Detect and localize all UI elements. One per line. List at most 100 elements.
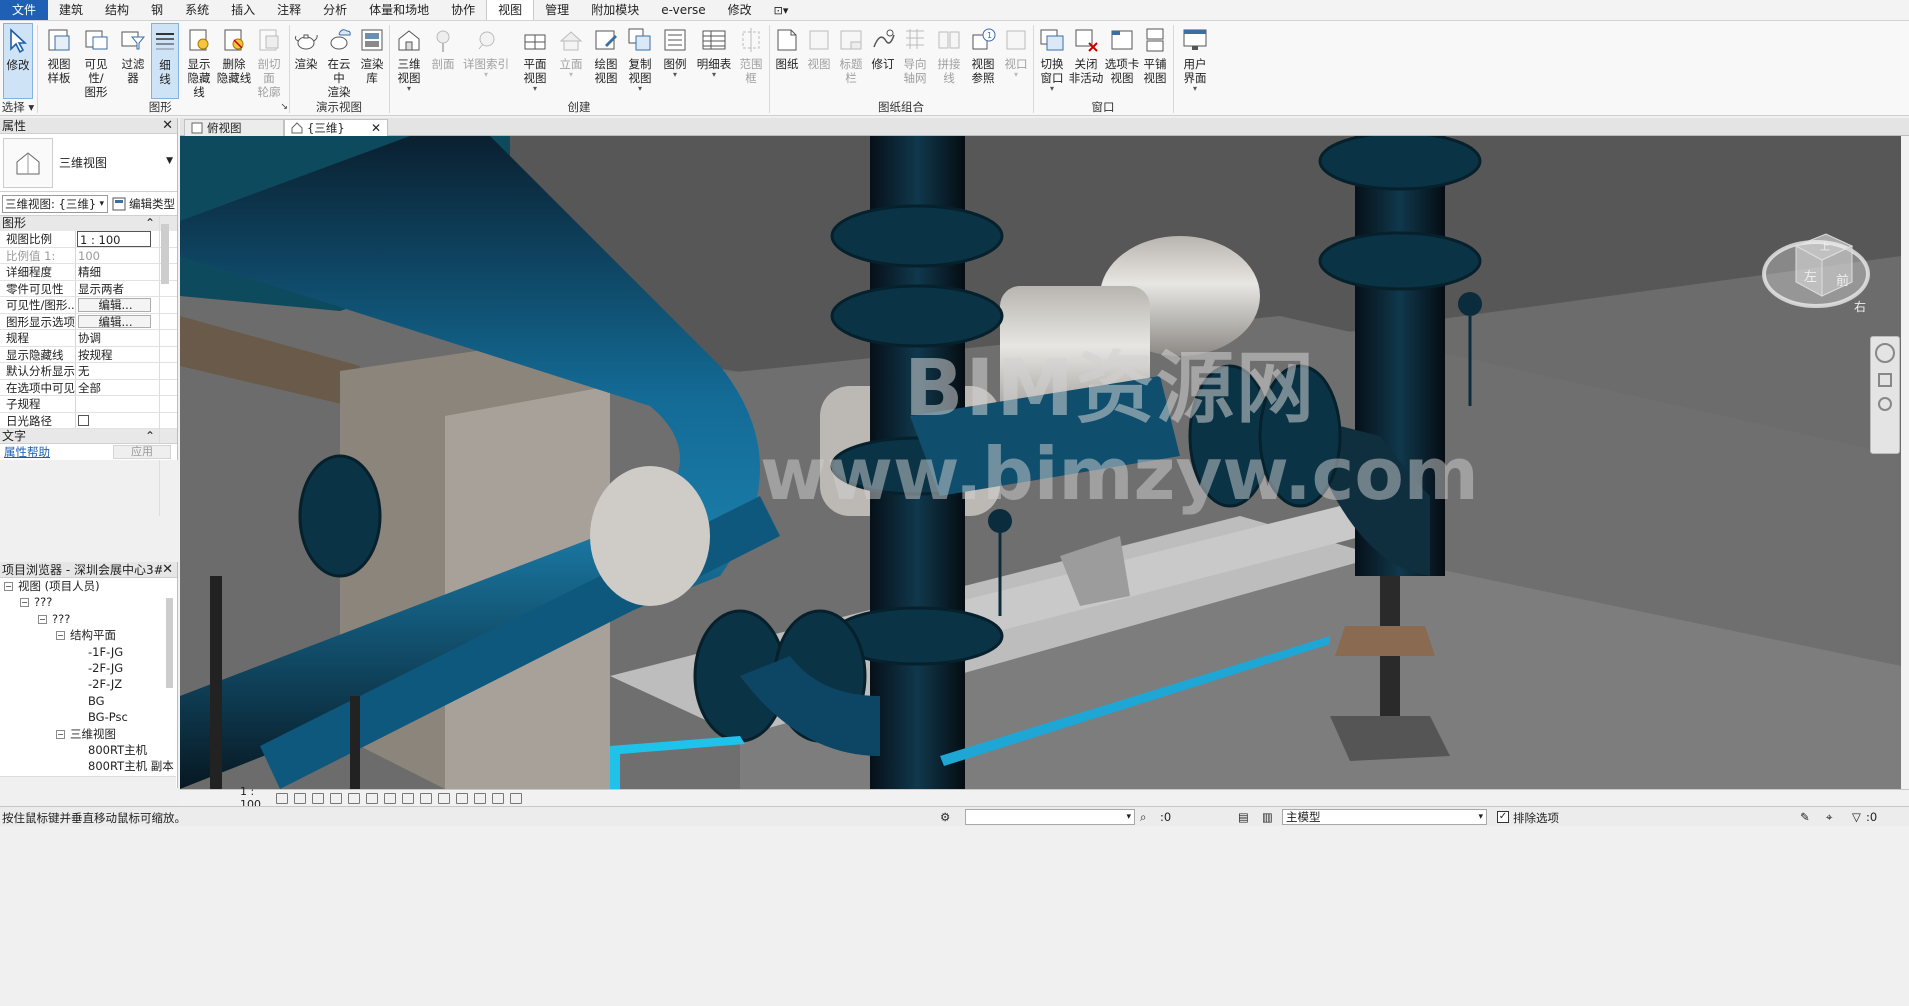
cut-profile-button[interactable]: 剖切面 轮廓 xyxy=(253,23,285,99)
viewport-scrollbar[interactable] xyxy=(1901,136,1909,789)
property-row-detail-level[interactable]: 详细程度 精细 xyxy=(0,264,177,281)
close-tab-icon[interactable]: ✕ xyxy=(371,121,381,135)
tab-e-verse[interactable]: e-verse xyxy=(650,0,716,20)
render-button[interactable]: 渲染 xyxy=(292,23,320,99)
visual-style-icon[interactable] xyxy=(294,792,306,804)
tree-item[interactable]: − 视图 (项目人员) xyxy=(0,578,177,594)
property-row-visible-in-option[interactable]: 在选项中可见 全部 xyxy=(0,379,177,396)
sun-path-checkbox[interactable] xyxy=(78,414,89,426)
modify-button[interactable]: 修改 xyxy=(3,23,33,99)
scope-box-button[interactable]: 范围 框 xyxy=(736,23,766,99)
view-cube[interactable]: 前 左 上 右 xyxy=(1748,226,1870,326)
3d-view-button[interactable]: 三维 视图 ▾ xyxy=(393,23,425,99)
switch-windows-button[interactable]: 切换 窗口 ▾ xyxy=(1036,23,1068,99)
schedules-button[interactable]: 明细表 ▾ xyxy=(696,23,732,99)
tab-systems[interactable]: 系统 xyxy=(174,0,220,20)
design-option-combo[interactable]: 主模型 ▾ xyxy=(1282,809,1487,825)
tab-analyze[interactable]: 分析 xyxy=(312,0,358,20)
tab-architecture[interactable]: 建筑 xyxy=(48,0,94,20)
chevron-down-icon[interactable]: ▼ xyxy=(166,156,173,166)
lock-3d-view-icon[interactable] xyxy=(402,792,414,804)
tab-view[interactable]: 视图 xyxy=(486,0,535,20)
zoom-icon[interactable] xyxy=(1878,373,1892,387)
edit-button[interactable]: 编辑... xyxy=(78,314,151,328)
close-icon[interactable]: ✕ xyxy=(162,118,173,133)
design-options-icon[interactable]: ▤ xyxy=(1238,810,1249,824)
reveal-hidden-icon[interactable] xyxy=(438,792,450,804)
tab-file[interactable]: 文件 xyxy=(0,0,49,20)
thin-lines-button[interactable]: 细 线 xyxy=(151,23,179,99)
tab-annotate[interactable]: 注释 xyxy=(266,0,312,20)
tree-item[interactable]: -1F-JG xyxy=(0,644,177,660)
3d-viewport[interactable]: BIM资源网 www.bimzyw.com xyxy=(180,136,1901,789)
select-underlay-icon[interactable]: ⌖ xyxy=(1826,810,1832,825)
tab-massing-site[interactable]: 体量和场地 xyxy=(358,0,440,20)
drafting-view-button[interactable]: 绘图 视图 xyxy=(590,23,622,99)
matchline-button[interactable]: 拼接线 xyxy=(932,23,966,99)
highlight-displacement-icon[interactable] xyxy=(492,792,504,804)
view-tab-3d[interactable]: {三维} ✕ xyxy=(284,119,388,136)
tab-addins[interactable]: 附加模块 xyxy=(580,0,650,20)
remove-hidden-lines-button[interactable]: 删除 隐藏线 xyxy=(216,23,252,99)
viewcube-top-label[interactable]: 上 xyxy=(1820,238,1830,253)
section-text[interactable]: 文字 ⌃ xyxy=(0,429,177,444)
view-template-button[interactable]: 视图 样板 xyxy=(42,23,76,99)
elevation-button[interactable]: 立面 ▾ xyxy=(556,23,586,99)
tree-item[interactable]: −??? xyxy=(0,611,177,627)
user-interface-button[interactable]: 用户 界面 ▾ xyxy=(1178,23,1212,99)
collapse-toggle-icon[interactable]: − xyxy=(4,582,13,591)
type-selector[interactable]: 三维视图 ▼ xyxy=(0,134,177,192)
browser-scrollbar[interactable] xyxy=(165,580,175,786)
tab-structure[interactable]: 结构 xyxy=(94,0,140,20)
collapse-toggle-icon[interactable]: − xyxy=(56,729,65,739)
tab-collaborate[interactable]: 协作 xyxy=(440,0,486,20)
sun-path-icon[interactable] xyxy=(312,792,324,804)
group-select[interactable]: 选择 ▾ xyxy=(0,99,36,115)
tree-item[interactable]: − 三维视图 xyxy=(0,726,177,742)
section-button[interactable]: 剖面 xyxy=(428,23,458,99)
edit-button[interactable]: 编辑... xyxy=(78,298,151,312)
duplicate-view-button[interactable]: 复制 视图 ▾ xyxy=(624,23,656,99)
worksharing-display-icon[interactable] xyxy=(456,792,468,804)
ribbon-options-dropdown[interactable]: ⊡▾ xyxy=(763,0,800,20)
viewcube-right-label[interactable]: 右 xyxy=(1854,298,1866,315)
show-hidden-lines-button[interactable]: 显示 隐藏线 xyxy=(182,23,216,99)
viewcube-front-label[interactable]: 前 xyxy=(1836,270,1849,289)
edit-type-button[interactable]: 编辑类型 xyxy=(112,196,175,212)
show-crop-region-icon[interactable] xyxy=(384,792,396,804)
detail-level-icon[interactable] xyxy=(276,792,288,804)
viewcube-left-label[interactable]: 左 xyxy=(1804,266,1817,285)
browser-horizontal-scrollbar[interactable] xyxy=(0,776,176,788)
tree-item[interactable]: 800RT主机 副本 xyxy=(0,758,177,774)
property-row-parts-visibility[interactable]: 零件可见性 显示两者 xyxy=(0,280,177,297)
zoom-window-icon[interactable] xyxy=(1878,397,1892,411)
view-tab-top[interactable]: 俯视图 xyxy=(184,119,284,136)
instance-selector[interactable]: 三维视图: {三维} ▾ xyxy=(2,194,108,213)
viewports-button[interactable]: 视口 ▾ xyxy=(1002,23,1030,99)
section-graphics[interactable]: 图形 ⌃ xyxy=(0,216,177,231)
title-block-button[interactable]: 标题 栏 xyxy=(836,23,866,99)
plan-views-button[interactable]: 平面 视图 ▾ xyxy=(518,23,552,99)
callout-button[interactable]: 详图索引 ▾ xyxy=(462,23,510,99)
property-row-sub-discipline[interactable]: 子规程 xyxy=(0,396,177,413)
tab-modify[interactable]: 修改 xyxy=(717,0,763,20)
crop-view-icon[interactable] xyxy=(366,792,378,804)
apply-button[interactable]: 应用 xyxy=(113,445,171,459)
legends-button[interactable]: 图例 ▾ xyxy=(660,23,690,99)
view-reference-button[interactable]: 1 视图 参照 xyxy=(966,23,1000,99)
tab-manage[interactable]: 管理 xyxy=(534,0,580,20)
design-option-icon[interactable]: ▥ xyxy=(1262,810,1273,824)
steering-wheel-icon[interactable] xyxy=(1875,343,1895,363)
collapse-toggle-icon[interactable]: − xyxy=(56,631,65,641)
tab-views-button[interactable]: 选项卡 视图 xyxy=(1104,23,1140,99)
tree-item[interactable]: -2F-JG xyxy=(0,660,177,676)
render-in-cloud-button[interactable]: 在云中 渲染 xyxy=(322,23,356,99)
sheet-button[interactable]: 图纸 xyxy=(772,23,802,99)
tab-steel[interactable]: 钢 xyxy=(140,0,174,20)
tree-item[interactable]: −??? xyxy=(0,594,177,610)
guide-grid-button[interactable]: 导向 轴网 xyxy=(900,23,930,99)
shadows-icon[interactable] xyxy=(330,792,342,804)
tree-item[interactable]: -2F-JZ xyxy=(0,676,177,692)
property-row-default-analysis[interactable]: 默认分析显示...无 xyxy=(0,363,177,380)
render-dialog-icon[interactable] xyxy=(348,792,360,804)
